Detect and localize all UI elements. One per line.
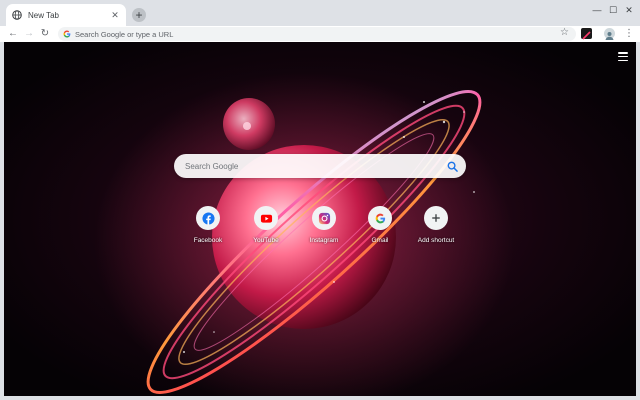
facebook-icon: [201, 211, 215, 225]
tab-new-tab[interactable]: New Tab ✕: [6, 4, 126, 26]
shortcut-youtube[interactable]: YouTube: [238, 206, 294, 252]
browser-menu-icon[interactable]: ⋮: [624, 27, 634, 41]
tab-close-icon[interactable]: ✕: [110, 10, 120, 20]
toolbar: ← → ↻ ☆ ⋮: [0, 26, 640, 42]
shortcut-facebook[interactable]: Facebook: [180, 206, 236, 252]
add-shortcut-button[interactable]: Add shortcut: [408, 206, 464, 252]
shortcut-label: Instagram: [309, 237, 339, 244]
shortcut-instagram[interactable]: Instagram: [296, 206, 352, 252]
profile-avatar[interactable]: [604, 28, 615, 40]
plus-icon: [432, 214, 440, 222]
shortcut-gmail[interactable]: Gmail: [352, 206, 408, 252]
youtube-icon: [260, 214, 272, 223]
new-tab-page: Facebook YouTube: [4, 42, 636, 396]
omnibox[interactable]: [58, 27, 576, 41]
new-tab-button[interactable]: +: [132, 8, 146, 22]
instagram-icon: [318, 212, 330, 224]
search-icon[interactable]: [447, 161, 458, 172]
tab-strip: New Tab ✕ + — ☐ ✕: [0, 0, 640, 26]
shortcut-label: Gmail: [371, 237, 389, 244]
google-icon: [63, 30, 71, 38]
shortcuts-grid: Facebook YouTube Instagram Gmail Add sho…: [176, 206, 464, 252]
minimize-button[interactable]: —: [590, 4, 604, 16]
omnibox-input[interactable]: [75, 28, 555, 40]
search-box[interactable]: [174, 154, 466, 178]
shortcut-label: Facebook: [193, 237, 223, 244]
shortcut-label: Add shortcut: [417, 237, 455, 244]
forward-button[interactable]: →: [22, 27, 36, 41]
close-window-button[interactable]: ✕: [622, 4, 636, 16]
customize-menu-icon[interactable]: [618, 52, 628, 61]
bookmark-star-icon[interactable]: ☆: [560, 26, 569, 40]
maximize-button[interactable]: ☐: [606, 4, 620, 16]
tab-title: New Tab: [28, 10, 59, 20]
reload-button[interactable]: ↻: [38, 27, 52, 41]
globe-icon: [12, 10, 22, 20]
search-input[interactable]: [185, 161, 447, 171]
back-button[interactable]: ←: [6, 27, 20, 41]
shortcut-label: YouTube: [253, 237, 279, 244]
extension-icon[interactable]: [581, 28, 592, 40]
google-icon: [375, 213, 385, 223]
